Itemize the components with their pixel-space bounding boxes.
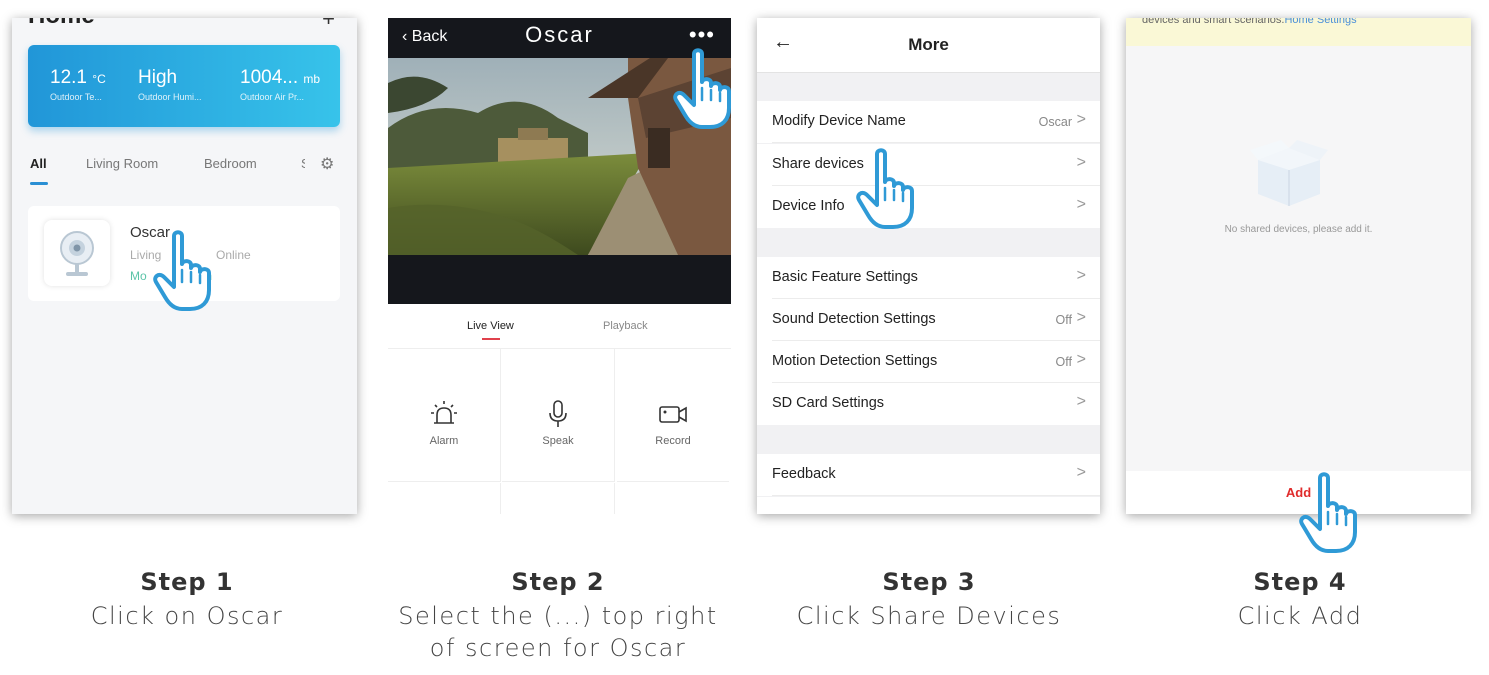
humidity-cell: High Outdoor Humi... (138, 67, 202, 102)
pointing-hand-icon (855, 148, 925, 230)
step-title: Step 4 (1253, 568, 1347, 596)
more-settings-panel: ← More Modify Device Name Oscar > Share … (757, 18, 1100, 514)
humidity-value: High (138, 67, 178, 88)
more-options-icon[interactable]: ••• (689, 22, 715, 48)
chevron-right-icon: > (1076, 196, 1086, 213)
feedback-row[interactable]: Feedback > (757, 454, 1100, 496)
home-settings-link[interactable]: Home Settings (1284, 18, 1356, 26)
room-tabs: All Living Room Bedroom S ⚙ (30, 156, 343, 186)
empty-state-text: No shared devices, please add it. (1224, 224, 1373, 235)
tab-playback[interactable]: Playback (603, 320, 648, 332)
alarm-label: Alarm (429, 435, 459, 447)
share-devices-row[interactable]: Share devices > (757, 144, 1100, 186)
sound-detection-settings-row[interactable]: Sound Detection Settings Off > (757, 299, 1100, 341)
temperature-cell: 12.1 °C Outdoor Te... (50, 67, 106, 102)
row-value: Oscar (1038, 115, 1072, 129)
speak-button[interactable]: Speak (502, 349, 615, 482)
chevron-right-icon: > (1076, 351, 1086, 368)
row-label: SD Card Settings (772, 395, 885, 411)
air-pressure-cell: 1004... mb Outdoor Air Pr... (240, 67, 320, 102)
microphone-icon (502, 399, 614, 429)
air-pressure-label: Outdoor Air Pr... (240, 92, 305, 102)
step-description: Click Share Devices (796, 602, 1062, 630)
tab-live-view[interactable]: Live View (467, 320, 514, 332)
share-devices-panel: devices and smart scenarios.Home Setting… (1126, 18, 1471, 514)
step-title: Step 2 (511, 568, 605, 596)
pointing-hand-icon (1298, 472, 1368, 554)
row-label: Feedback (772, 466, 836, 482)
camera-live-panel: ‹ Back Oscar ••• Live View Playback Alar… (388, 18, 731, 514)
pointing-hand-icon (152, 230, 222, 312)
speak-label: Speak (542, 435, 574, 447)
device-info-row[interactable]: Device Info > (757, 186, 1100, 228)
alarm-button[interactable]: Alarm (388, 349, 501, 482)
motion-detection-settings-row[interactable]: Motion Detection Settings Off > (757, 341, 1100, 383)
chevron-right-icon: > (1076, 309, 1086, 326)
step-description: Click on Oscar (90, 602, 284, 630)
more-header: ← More (757, 18, 1100, 73)
home-title: Home (28, 18, 95, 30)
tab-bedroom[interactable]: Bedroom (204, 156, 257, 171)
grid-cell-empty (502, 483, 615, 514)
step-description: Select the (...) top right of screen for… (398, 602, 718, 662)
tab-more[interactable]: S (301, 156, 305, 171)
pointing-hand-icon (672, 48, 731, 130)
chevron-right-icon: > (1076, 154, 1086, 171)
weather-card: 12.1 °C Outdoor Te... High Outdoor Humi.… (28, 45, 340, 127)
humidity-label: Outdoor Humi... (138, 92, 202, 102)
modify-device-name-row[interactable]: Modify Device Name Oscar > (757, 101, 1100, 143)
air-pressure-value: 1004... (240, 67, 299, 88)
sd-card-settings-row[interactable]: SD Card Settings > (757, 383, 1100, 425)
step-title: Step 3 (882, 568, 976, 596)
tab-living-room[interactable]: Living Room (86, 156, 158, 171)
tab-all[interactable]: All (30, 156, 47, 171)
row-label: Device Info (772, 198, 845, 214)
more-title: More (908, 35, 949, 54)
caption-step-4: Step 4 Click Add (1175, 568, 1425, 632)
caption-step-3: Step 3 Click Share Devices (789, 568, 1069, 632)
row-value: Off (1055, 355, 1072, 369)
notice-banner: devices and smart scenarios.Home Setting… (1126, 18, 1471, 46)
alarm-icon (388, 399, 500, 429)
chevron-right-icon: > (1076, 267, 1086, 284)
basic-feature-settings-row[interactable]: Basic Feature Settings > (757, 257, 1100, 299)
active-tab-underline (482, 338, 500, 340)
chevron-right-icon: > (1076, 111, 1086, 128)
grid-cell-empty (388, 483, 501, 514)
chevron-right-icon: > (1076, 393, 1086, 410)
next-row-partial[interactable] (757, 497, 1100, 514)
home-screen-panel: Home + 12.1 °C Outdoor Te... High Outdoo… (12, 18, 357, 514)
video-camera-icon (617, 399, 729, 429)
row-label: Share devices (772, 156, 864, 172)
row-label: Motion Detection Settings (772, 353, 938, 369)
record-button[interactable]: Record (617, 349, 729, 482)
step-title: Step 1 (140, 568, 234, 596)
temperature-value: 12.1 (50, 67, 87, 88)
notice-text: devices and smart scenarios. (1142, 18, 1285, 26)
action-grid: Alarm Speak Record (388, 348, 731, 514)
row-label: Sound Detection Settings (772, 311, 936, 327)
row-label: Modify Device Name (772, 113, 906, 129)
empty-box-icon (1248, 138, 1330, 210)
row-value: Off (1055, 313, 1072, 327)
record-label: Record (655, 435, 691, 447)
chevron-right-icon: > (1076, 464, 1086, 481)
air-pressure-unit: mb (303, 72, 321, 86)
temperature-label: Outdoor Te... (50, 92, 102, 102)
view-tabs: Live View Playback (388, 318, 731, 348)
camera-title: Oscar (525, 22, 594, 47)
add-icon[interactable]: + (322, 18, 335, 32)
camera-device-icon (44, 220, 110, 286)
caption-step-1: Step 1 Click on Oscar (62, 568, 312, 632)
caption-step-2: Step 2 Select the (...) top right of scr… (398, 568, 718, 664)
settings-gear-icon[interactable]: ⚙ (320, 154, 334, 174)
active-tab-underline (30, 182, 48, 185)
step-description: Click Add (1237, 602, 1363, 630)
row-label: Basic Feature Settings (772, 269, 918, 285)
camera-footer-bar (388, 255, 731, 304)
temperature-unit: °C (92, 72, 106, 86)
